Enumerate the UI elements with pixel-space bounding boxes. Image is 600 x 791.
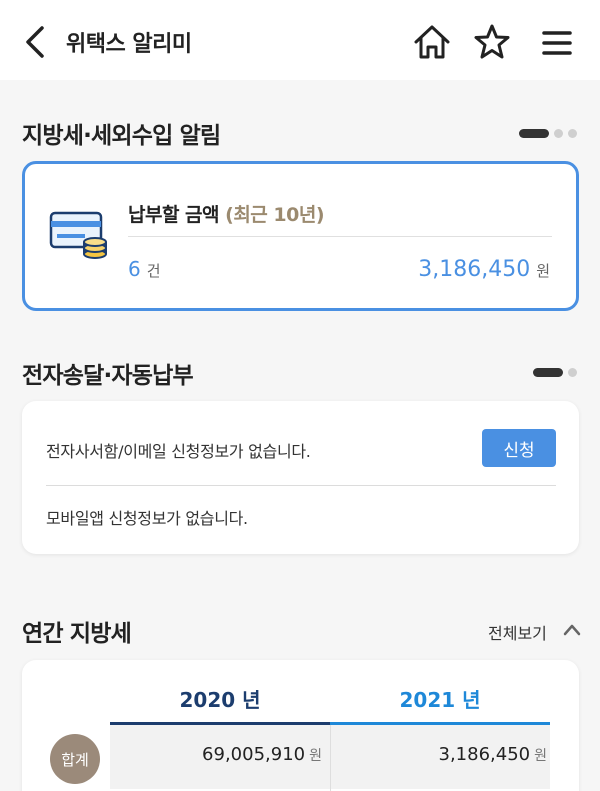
total-2021-unit: 원	[534, 748, 547, 764]
chevron-left-icon	[26, 26, 44, 58]
total-2020-unit: 원	[309, 748, 322, 764]
total-2020: 69,005,910 원	[202, 744, 322, 765]
email-status-text: 전자사서함/이메일 신청정보가 없습니다.	[46, 442, 311, 461]
service-section-title: 전자송달·자동납부	[22, 363, 194, 389]
total-2021-value: 3,186,450	[438, 744, 531, 765]
year-tab-2021[interactable]: 2021 년	[330, 684, 550, 713]
amount-due-period: (최근 10년)	[225, 204, 325, 226]
view-all-link[interactable]: 전체보기	[488, 620, 547, 644]
amount-due-card[interactable]: 납부할 금액 (최근 10년) 6건 3,186,450 원	[22, 161, 579, 311]
amount-due-value: 3,186,450	[418, 257, 531, 282]
pager-dot[interactable]	[554, 129, 563, 138]
notice-pager[interactable]	[519, 129, 577, 138]
pager-dot[interactable]	[568, 129, 577, 138]
amount-due-total: 3,186,450 원	[418, 257, 550, 282]
payment-icon	[49, 210, 111, 264]
total-2020-value: 69,005,910	[202, 744, 306, 765]
hamburger-icon	[542, 31, 572, 55]
bill-count-value: 6	[128, 257, 141, 281]
pager-dot-active[interactable]	[533, 368, 563, 377]
mobile-status-text: 모바일앱 신청정보가 없습니다.	[46, 509, 248, 528]
divider	[46, 485, 556, 486]
star-icon	[474, 24, 510, 59]
bill-count-unit: 건	[146, 262, 161, 280]
total-badge: 합계	[50, 734, 100, 784]
year-tab-2020[interactable]: 2020 년	[110, 684, 330, 713]
notice-section-title: 지방세·세외수입 알림	[22, 123, 221, 149]
bill-count: 6건	[128, 257, 161, 281]
amount-due-label: 납부할 금액 (최근 10년)	[128, 200, 325, 227]
total-2021: 3,186,450 원	[439, 744, 548, 765]
column-divider	[330, 725, 331, 791]
amount-due-title: 납부할 금액	[128, 204, 220, 226]
e-delivery-card: 전자사서함/이메일 신청정보가 없습니다. 신청 모바일앱 신청정보가 없습니다…	[22, 401, 579, 554]
app-header: 위택스 알리미	[0, 0, 600, 80]
annual-section-title: 연간 지방세	[22, 621, 132, 647]
apply-button[interactable]: 신청	[482, 429, 556, 467]
annual-tax-card: 2020 년 2021 년 합계 69,005,910 원 3,186,450 원	[22, 660, 579, 791]
divider	[128, 236, 552, 237]
page-title: 위택스 알리미	[66, 32, 192, 57]
chevron-up-icon[interactable]	[562, 620, 582, 640]
favorite-button[interactable]	[472, 22, 512, 62]
home-button[interactable]	[412, 22, 452, 62]
pager-dot[interactable]	[568, 368, 577, 377]
home-icon	[414, 25, 450, 59]
service-pager[interactable]	[533, 368, 577, 377]
back-button[interactable]	[22, 24, 50, 60]
amount-due-unit: 원	[536, 262, 550, 280]
menu-button[interactable]	[540, 26, 574, 60]
pager-dot-active[interactable]	[519, 129, 549, 138]
